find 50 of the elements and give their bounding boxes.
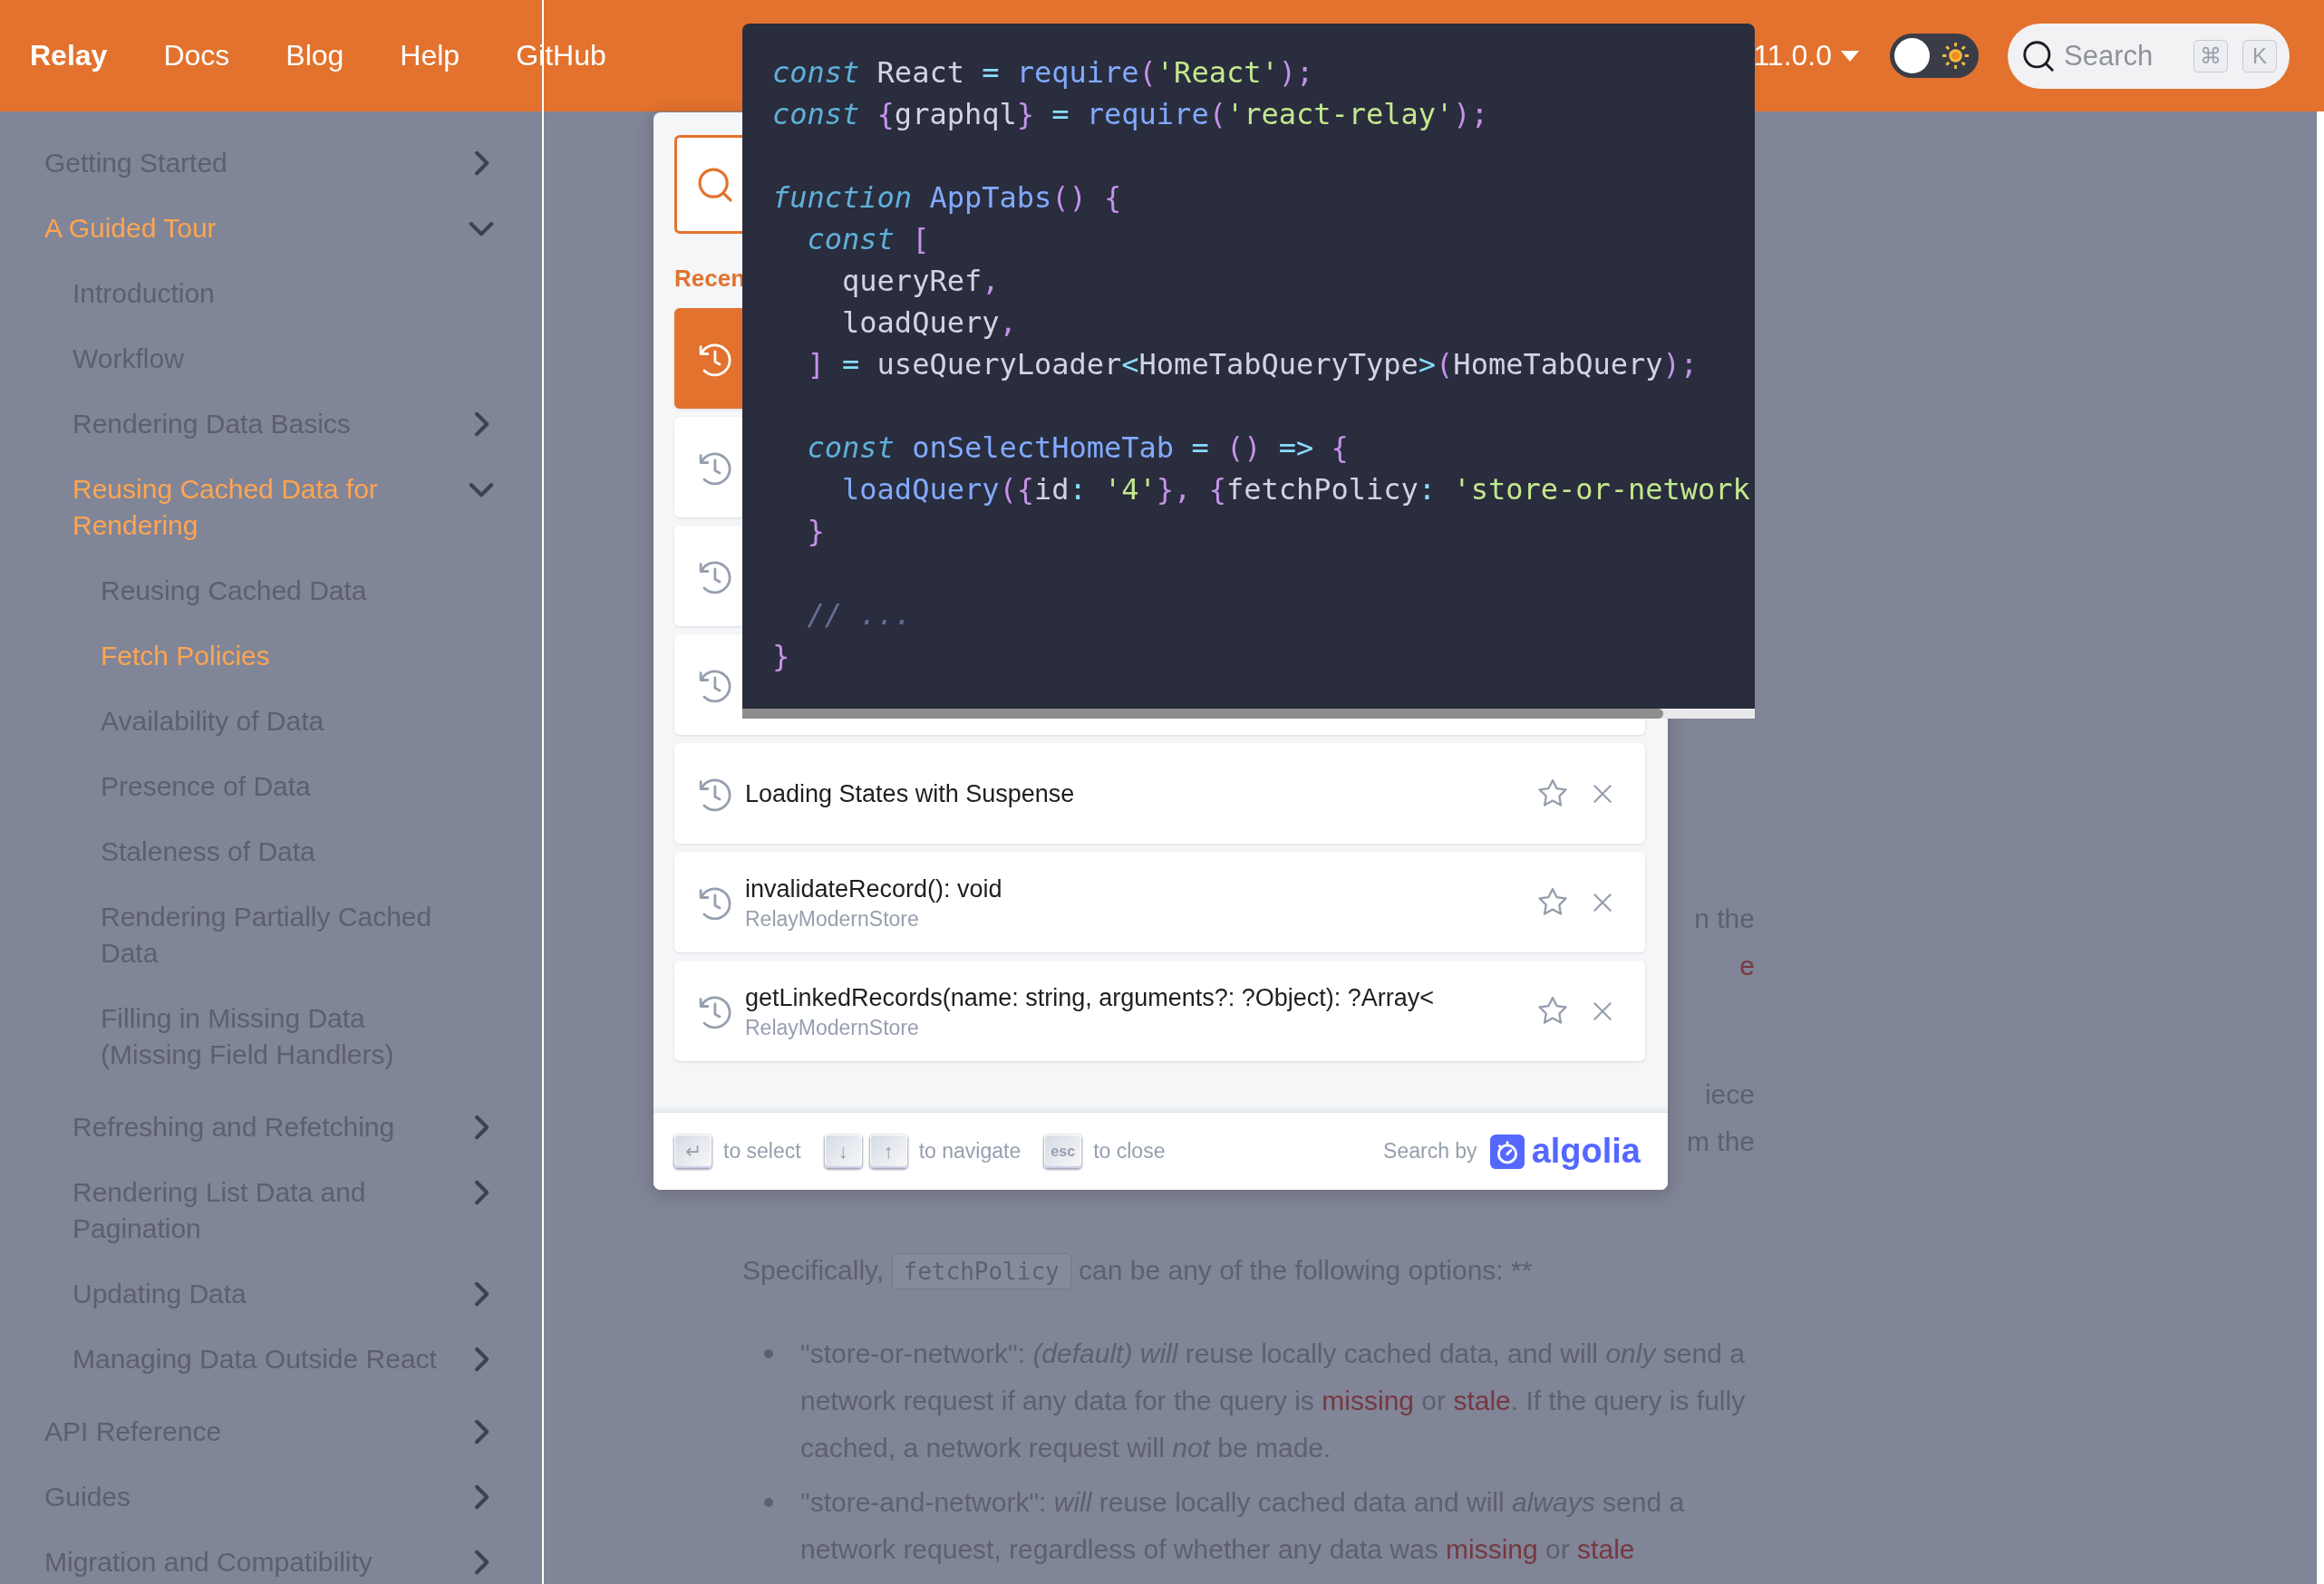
link[interactable]: missing [1322, 1386, 1414, 1415]
link[interactable]: missing [1446, 1534, 1538, 1564]
link[interactable]: e [1739, 942, 1755, 990]
code-line: const {graphql} = require('react-relay'); [772, 96, 1489, 133]
code-line: ] = useQueryLoader<HomeTabQueryType>(HomeTabQuery); [806, 346, 1699, 383]
hint-label: to select [723, 1139, 801, 1164]
code-line: const React = require('React'); [772, 54, 1315, 92]
code-line: const [ [806, 221, 931, 258]
hint-label: to close [1093, 1139, 1166, 1164]
nav-link[interactable]: Help [400, 39, 460, 72]
search-button[interactable]: Search ⌘ K [2008, 23, 2290, 89]
key-cap: ↑ [869, 1135, 907, 1168]
code-line: function AppTabs() { [772, 179, 1123, 217]
sidebar-link[interactable]: Fetch Policies [101, 638, 462, 674]
hint-label: to navigate [918, 1139, 1022, 1164]
nav-link[interactable]: Docs [163, 39, 230, 72]
theme-toggle[interactable] [1890, 34, 1979, 78]
code-line: } [772, 638, 791, 675]
search-result[interactable]: invalidateRecord(): void RelayModernStore [674, 852, 1645, 952]
sidebar-link[interactable]: Reusing Cached Data for Rendering [73, 471, 462, 544]
key-cap: ⌘ [2193, 39, 2228, 72]
code-line: loadQuery, [841, 304, 1018, 342]
search-result[interactable]: getLinkedRecords(name: string, arguments?: ?Object): ?Array< RelayModernStore [674, 961, 1645, 1061]
horizontal-scrollbar[interactable] [742, 709, 1755, 719]
search-icon [2022, 39, 2055, 72]
key-cap: K [2242, 39, 2277, 72]
site-title[interactable]: Relay [30, 39, 108, 72]
code-line: loadQuery({id: '4'}, {fetchPolicy: 'store-or-network [841, 471, 1751, 508]
key-cap: ↓ [824, 1135, 862, 1168]
search-result[interactable]: Loading States with Suspense [674, 743, 1645, 844]
logo-wordmark[interactable]: algolia [1531, 1132, 1641, 1171]
key-cap: ↵ [674, 1135, 712, 1168]
code-line: queryRef, [841, 263, 1001, 300]
key-cap: esc [1044, 1135, 1082, 1168]
stopwatch-icon [1489, 1134, 1525, 1169]
code-line: } [806, 513, 826, 550]
code-line: const onSelectHomeTab = () => { [806, 430, 1350, 467]
link[interactable]: stale [1453, 1386, 1511, 1415]
sidebar-link[interactable]: A Guided Tour [44, 210, 462, 246]
bullet-icon [764, 1498, 773, 1507]
bullet-icon [764, 1349, 773, 1358]
link[interactable]: stale [1577, 1534, 1635, 1564]
search-by-label: Search by [1383, 1139, 1477, 1164]
section-heading: Recen [674, 264, 746, 294]
nav-link[interactable]: Blog [286, 39, 344, 72]
code-line: // ... [806, 596, 914, 633]
caret-down-icon [1841, 50, 1859, 62]
search-icon [697, 166, 733, 203]
sun-icon [1942, 43, 1969, 69]
version-dropdown[interactable]: 11.0.0 [1753, 39, 1859, 72]
